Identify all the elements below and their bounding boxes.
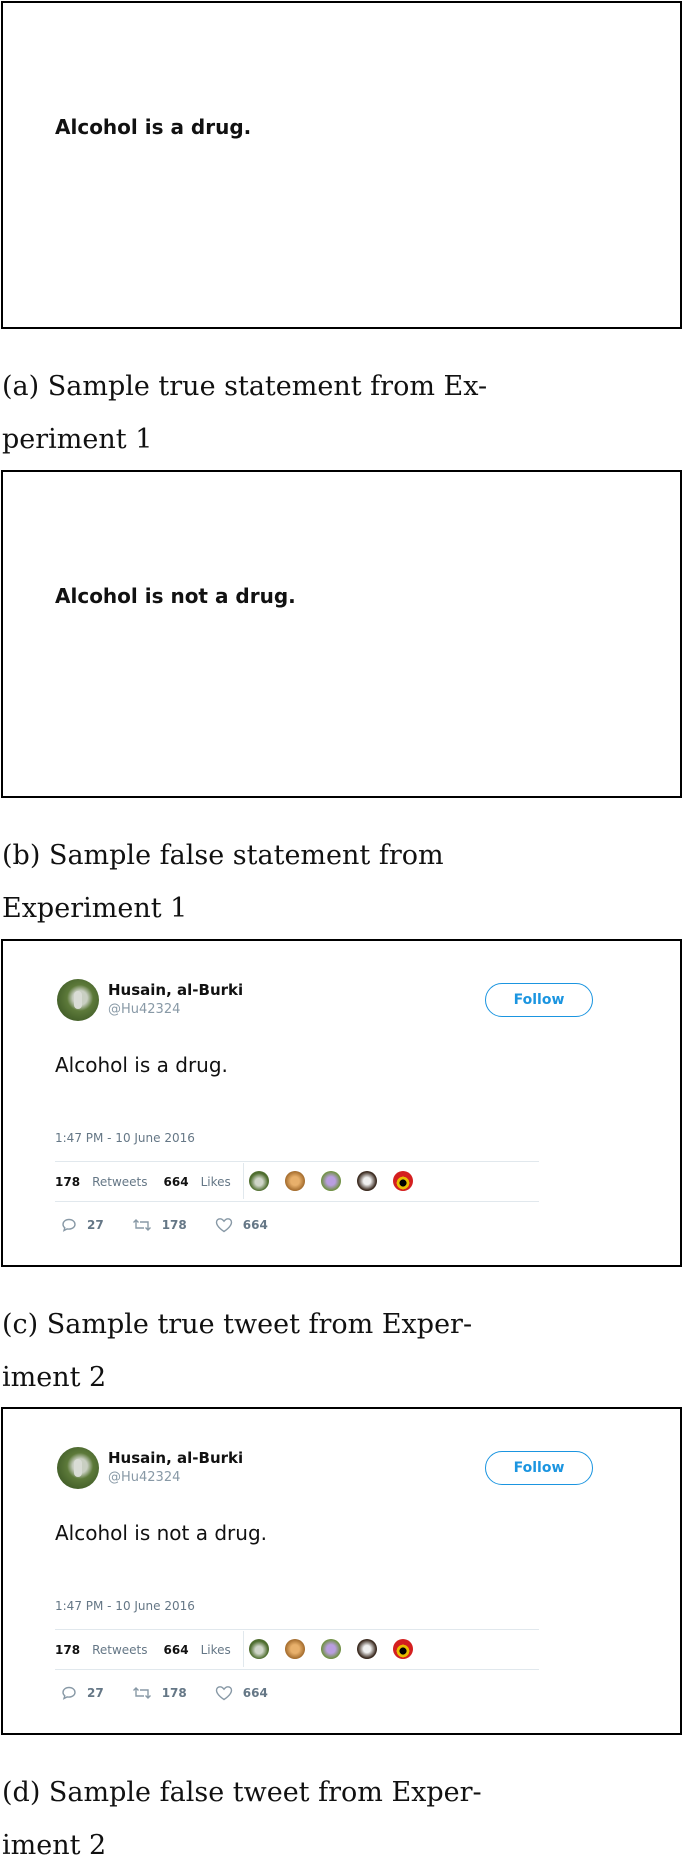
figure-panel-b: Alcohol is not a drug.: [1, 470, 682, 798]
user-handle[interactable]: @Hu42324: [108, 1470, 180, 1485]
tweet-actions: 27 178 664: [61, 1685, 296, 1701]
divider: [55, 1629, 539, 1630]
liker-avatar[interactable]: [393, 1639, 413, 1659]
avatar[interactable]: [57, 1447, 99, 1489]
likes-count[interactable]: 664: [164, 1175, 189, 1189]
heart-icon: [215, 1686, 232, 1701]
avatar[interactable]: [57, 979, 99, 1021]
user-handle[interactable]: @Hu42324: [108, 1002, 180, 1017]
retweet-icon: [132, 1219, 151, 1231]
tweet-timestamp[interactable]: 1:47 PM - 10 June 2016: [55, 1131, 195, 1145]
follow-button[interactable]: Follow: [485, 983, 593, 1017]
caption-line: periment 1: [2, 424, 153, 455]
caption-word: (b): [2, 840, 41, 871]
heart-icon: [215, 1218, 232, 1233]
figure-panel-a: Alcohol is a drug.: [1, 1, 682, 329]
tweet-text: Alcohol is a drug.: [55, 1053, 228, 1077]
caption-line: (b) Sample false statement from: [2, 829, 502, 882]
tweet-timestamp[interactable]: 1:47 PM - 10 June 2016: [55, 1599, 195, 1613]
liker-avatar[interactable]: [249, 1171, 269, 1191]
caption-d: (d) Sample false tweet from Exper- iment…: [2, 1766, 522, 1872]
liker-avatar[interactable]: [357, 1171, 377, 1191]
tweet-card: Husain, al-Burki @Hu42324 Follow Alcohol…: [3, 941, 680, 1265]
tweet-text: Alcohol is not a drug.: [55, 1521, 268, 1545]
caption-c: (c) Sample true tweet from Exper- iment …: [2, 1298, 522, 1404]
reply-count: 27: [87, 1686, 104, 1700]
caption-word: Sample: [48, 840, 152, 871]
caption-word: false: [159, 840, 225, 871]
statement-text: Alcohol is a drug.: [55, 115, 252, 139]
caption-line: (d) Sample false tweet from Exper-: [2, 1777, 482, 1808]
caption-line: Experiment 1: [2, 893, 188, 924]
user-name[interactable]: Husain, al-Burki: [108, 1449, 243, 1467]
caption-line: iment 2: [2, 1830, 107, 1861]
retweets-count[interactable]: 178: [55, 1175, 80, 1189]
liker-avatar[interactable]: [249, 1639, 269, 1659]
liker-avatar[interactable]: [285, 1171, 305, 1191]
divider: [243, 1631, 244, 1667]
statement-text: Alcohol is not a drug.: [55, 584, 296, 608]
reply-button[interactable]: 27: [61, 1685, 104, 1701]
reply-icon: [62, 1686, 76, 1700]
liker-avatar[interactable]: [357, 1639, 377, 1659]
caption-a: (a) Sample true statement from Ex- perim…: [2, 360, 522, 466]
user-name[interactable]: Husain, al-Burki: [108, 981, 243, 999]
like-count: 664: [242, 1218, 268, 1232]
divider: [55, 1669, 539, 1670]
reply-button[interactable]: 27: [61, 1217, 104, 1233]
follow-button[interactable]: Follow: [485, 1451, 593, 1485]
tweet-card: Husain, al-Burki @Hu42324 Follow Alcohol…: [3, 1409, 680, 1733]
tweet-stats: 178 Retweets 664 Likes: [55, 1170, 247, 1194]
liker-avatar[interactable]: [285, 1639, 305, 1659]
retweet-count: 178: [161, 1218, 187, 1232]
retweet-button[interactable]: 178: [132, 1685, 187, 1701]
divider: [55, 1161, 539, 1162]
caption-b: (b) Sample false statement from Experime…: [2, 829, 522, 935]
liker-avatars: [249, 1639, 429, 1659]
retweets-label[interactable]: Retweets: [92, 1175, 147, 1189]
divider: [243, 1163, 244, 1199]
figure-panel-c: Husain, al-Burki @Hu42324 Follow Alcohol…: [1, 939, 682, 1267]
like-button[interactable]: 664: [215, 1217, 268, 1233]
retweet-icon: [132, 1687, 151, 1699]
reply-count: 27: [87, 1218, 104, 1232]
liker-avatar[interactable]: [321, 1639, 341, 1659]
likes-label[interactable]: Likes: [201, 1175, 231, 1189]
caption-word: statement: [232, 840, 371, 871]
retweet-count: 178: [161, 1686, 187, 1700]
liker-avatars: [249, 1171, 429, 1191]
reply-icon: [62, 1218, 76, 1232]
liker-avatar[interactable]: [321, 1171, 341, 1191]
retweet-button[interactable]: 178: [132, 1217, 187, 1233]
figure-panel-d: Husain, al-Burki @Hu42324 Follow Alcohol…: [1, 1407, 682, 1735]
caption-line: (c) Sample true tweet from Exper-: [2, 1309, 473, 1340]
tweet-stats: 178 Retweets 664 Likes: [55, 1638, 247, 1662]
likes-label[interactable]: Likes: [201, 1643, 231, 1657]
like-count: 664: [242, 1686, 268, 1700]
retweets-count[interactable]: 178: [55, 1643, 80, 1657]
caption-line: iment 2: [2, 1362, 107, 1393]
tweet-actions: 27 178 664: [61, 1217, 296, 1233]
likes-count[interactable]: 664: [164, 1643, 189, 1657]
retweets-label[interactable]: Retweets: [92, 1643, 147, 1657]
caption-line: (a) Sample true statement from Ex-: [2, 371, 488, 402]
liker-avatar[interactable]: [393, 1171, 413, 1191]
divider: [55, 1201, 539, 1202]
caption-word: from: [378, 840, 444, 871]
like-button[interactable]: 664: [215, 1685, 268, 1701]
